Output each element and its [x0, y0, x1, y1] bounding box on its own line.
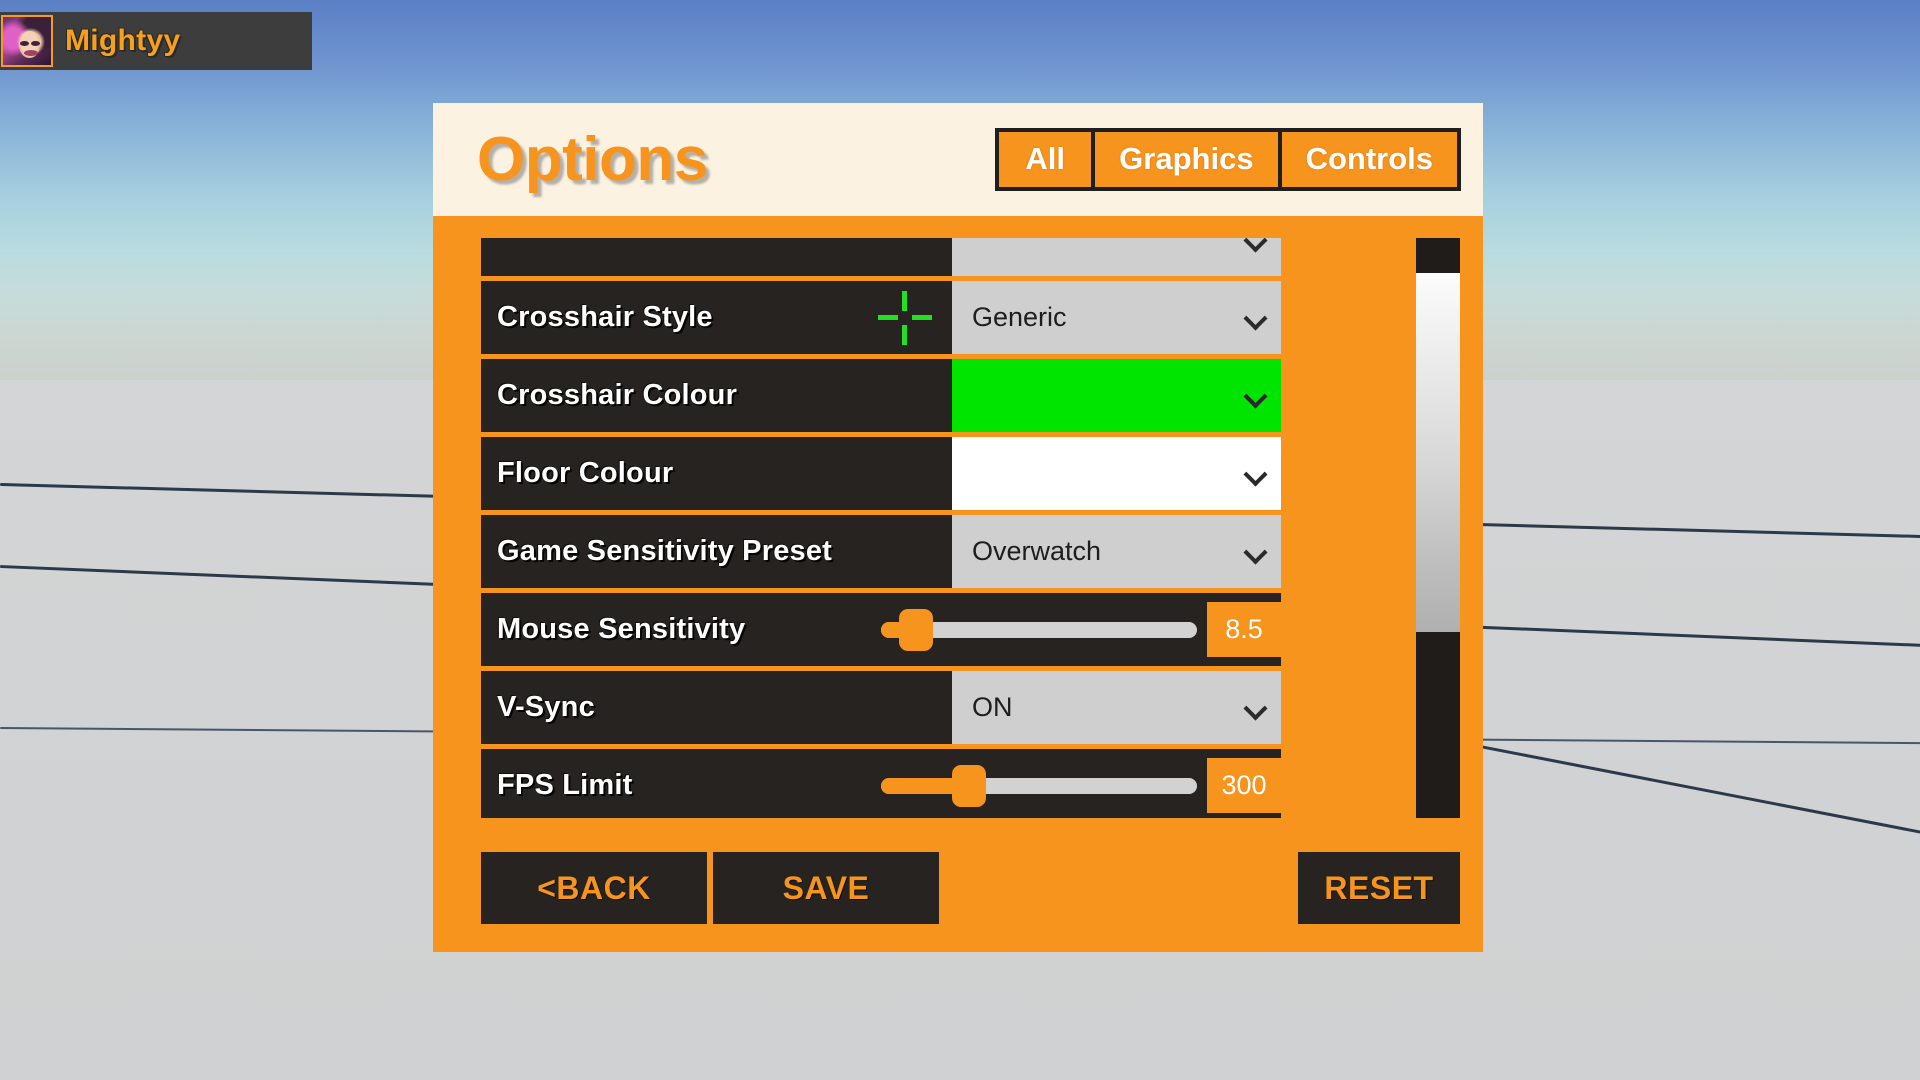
- setting-control-cell[interactable]: Overwatch: [952, 515, 1281, 588]
- setting-label-cell: Crosshair Colour: [481, 359, 952, 432]
- reset-button[interactable]: RESET: [1298, 852, 1460, 924]
- setting-label: FPS Limit: [497, 769, 633, 801]
- setting-label-cell: Floor Colour: [481, 437, 952, 510]
- setting-row-crosshair-style[interactable]: Crosshair Style Generic: [481, 281, 1281, 354]
- floor-colour-swatch[interactable]: [952, 437, 1281, 510]
- chevron-down-icon: [1245, 238, 1267, 251]
- setting-label: Crosshair Style: [497, 301, 713, 333]
- setting-label-cell: Crosshair Style: [481, 281, 952, 354]
- setting-label-cell: Game Sensitivity Preset: [481, 515, 952, 588]
- setting-label: Floor Colour: [497, 457, 674, 489]
- setting-label-cell: [481, 238, 952, 276]
- scrollbar-thumb[interactable]: [1416, 272, 1460, 633]
- options-panel-header: Options All Graphics Controls: [433, 103, 1483, 216]
- crosshair-preview-icon: [876, 289, 934, 347]
- fps-limit-value: 300: [1207, 758, 1281, 813]
- player-name-label: Mightyy: [65, 24, 181, 57]
- setting-label-cell: V-Sync: [481, 671, 952, 744]
- tab-bar: All Graphics Controls: [995, 128, 1461, 191]
- tab-controls[interactable]: Controls: [1281, 132, 1457, 187]
- chevron-down-icon: [1245, 463, 1267, 485]
- setting-label: Mouse Sensitivity: [497, 613, 746, 645]
- fps-limit-slider[interactable]: [881, 764, 1197, 807]
- slider-area: 8.5: [881, 593, 1281, 666]
- chevron-down-icon: [1245, 541, 1267, 563]
- settings-scrollbar[interactable]: [1416, 238, 1460, 818]
- setting-label-cell: Mouse Sensitivity 8.5: [481, 593, 1281, 666]
- avatar-lips: [24, 49, 39, 56]
- tab-graphics[interactable]: Graphics: [1095, 132, 1278, 187]
- vsync-dropdown[interactable]: ON: [952, 671, 1281, 744]
- page-title: Options: [477, 124, 708, 194]
- setting-control-cell[interactable]: [952, 359, 1281, 432]
- setting-label-cell: FPS Limit 300: [481, 749, 1281, 818]
- options-panel-body: Crosshair Style Generic Crosshair Colour…: [433, 216, 1483, 952]
- options-panel: Options All Graphics Controls Crosshair …: [433, 103, 1483, 952]
- setting-control-cell[interactable]: [952, 238, 1281, 276]
- setting-row[interactable]: [481, 238, 1281, 276]
- setting-label: V-Sync: [497, 691, 595, 723]
- back-button[interactable]: <BACK: [481, 852, 707, 924]
- setting-value: ON: [972, 692, 1013, 722]
- setting-value: Overwatch: [972, 536, 1102, 566]
- player-avatar-icon: [1, 15, 53, 67]
- setting-row-floor-colour[interactable]: Floor Colour: [481, 437, 1281, 510]
- chevron-down-icon: [1245, 307, 1267, 329]
- slider-area: 300: [881, 749, 1281, 818]
- panel-footer-buttons: <BACK SAVE RESET: [481, 852, 1460, 924]
- crosshair-colour-swatch[interactable]: [952, 359, 1281, 432]
- chevron-down-icon: [1245, 385, 1267, 407]
- slider-knob[interactable]: [898, 608, 933, 651]
- setting-row-game-sensitivity-preset[interactable]: Game Sensitivity Preset Overwatch: [481, 515, 1281, 588]
- setting-value: Generic: [972, 302, 1067, 332]
- setting-label: Game Sensitivity Preset: [497, 535, 833, 567]
- settings-list: Crosshair Style Generic Crosshair Colour…: [481, 238, 1281, 818]
- setting-control-cell[interactable]: Generic: [952, 281, 1281, 354]
- player-nameplate: Mightyy: [0, 12, 312, 70]
- tab-all[interactable]: All: [999, 132, 1092, 187]
- setting-control-cell[interactable]: [952, 437, 1281, 510]
- chevron-down-icon: [1245, 697, 1267, 719]
- setting-row-crosshair-colour[interactable]: Crosshair Colour: [481, 359, 1281, 432]
- setting-label: Crosshair Colour: [497, 379, 738, 411]
- crosshair-style-dropdown[interactable]: Generic: [952, 281, 1281, 354]
- setting-row-vsync[interactable]: V-Sync ON: [481, 671, 1281, 744]
- setting-row-mouse-sensitivity[interactable]: Mouse Sensitivity 8.5: [481, 593, 1281, 666]
- setting-row-fps-limit[interactable]: FPS Limit 300: [481, 749, 1281, 818]
- mouse-sensitivity-value: 8.5: [1207, 602, 1281, 657]
- game-sensitivity-preset-dropdown[interactable]: Overwatch: [952, 515, 1281, 588]
- slider-knob[interactable]: [952, 764, 987, 807]
- settings-list-viewport: Crosshair Style Generic Crosshair Colour…: [481, 238, 1281, 818]
- setting-dropdown[interactable]: [952, 238, 1281, 276]
- setting-control-cell[interactable]: ON: [952, 671, 1281, 744]
- avatar-eye: [30, 41, 40, 46]
- save-button[interactable]: SAVE: [713, 852, 939, 924]
- mouse-sensitivity-slider[interactable]: [881, 608, 1197, 651]
